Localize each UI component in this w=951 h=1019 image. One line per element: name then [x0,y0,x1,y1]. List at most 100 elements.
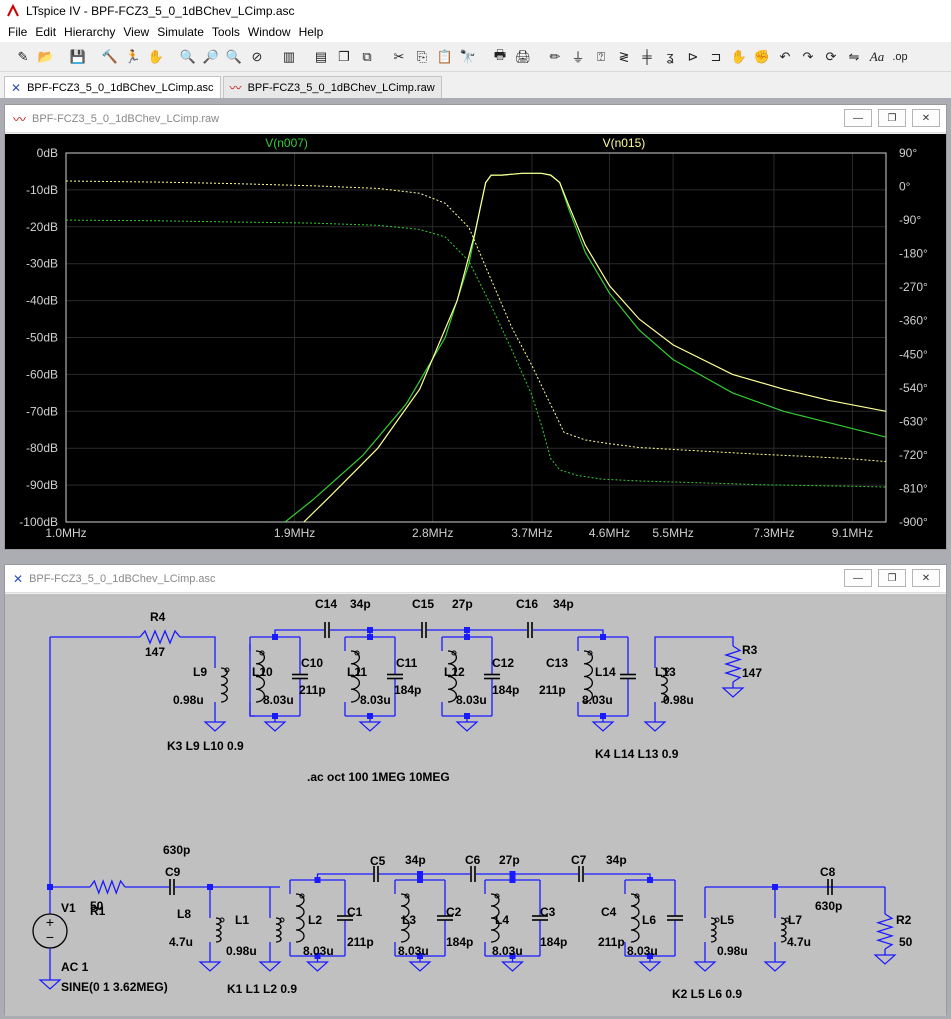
inductor-icon[interactable]: ʓ [659,46,681,68]
minimize-button[interactable]: — [844,109,872,127]
close-button[interactable]: ✕ [912,569,940,587]
mdi-area: 〰 BPF-FCZ3_5_0_1dBChev_LCimp.raw — ❐ ✕ 0… [0,98,951,1016]
tab-schematic[interactable]: ✕ BPF-FCZ3_5_0_1dBChev_LCimp.asc [4,76,221,98]
component-label: L1 [235,913,249,927]
schematic-icon: ✕ [11,80,22,95]
close-button[interactable]: ✕ [912,109,940,127]
tab-waveform[interactable]: 〰 BPF-FCZ3_5_0_1dBChev_LCimp.raw [222,76,442,98]
control-panel-icon[interactable]: 🔨 [99,46,121,68]
component-label: 8.03u [582,693,613,707]
text-icon[interactable]: Aa [866,46,888,68]
cascade-icon[interactable]: ❐ [333,46,355,68]
ground-symbol [500,961,525,972]
find-icon[interactable]: 🔭 [457,46,479,68]
ground-icon[interactable]: ⏚ [567,46,589,68]
cut-icon[interactable]: ✂ [388,46,410,68]
open-icon[interactable]: 📂 [35,46,57,68]
component-icon[interactable]: ⊐ [705,46,727,68]
component-label: 50 [90,899,104,913]
restore-button[interactable]: ❐ [878,109,906,127]
diode-icon[interactable]: ⊳ [682,46,704,68]
menu-simulate[interactable]: Simulate [153,25,208,39]
component-label: C9 [165,865,181,879]
ac-analysis-chart: 0dB -10dB -20dB -30dB -40dB -50dB -60dB -70dB -8… [19,136,928,540]
component-label: 211p [299,683,326,697]
component-label: L11 [347,665,367,679]
tile-horizontal-icon[interactable]: ▤ [310,46,332,68]
mirror-icon[interactable]: ⇋ [843,46,865,68]
undo-icon[interactable]: ↶ [774,46,796,68]
zoom-in-icon[interactable]: 🔍 [177,46,199,68]
schematic-window-titlebar[interactable]: ✕ BPF-FCZ3_5_0_1dBChev_LCimp.asc [5,565,946,593]
ground-symbol [203,721,227,732]
component-label: 184p [540,935,567,949]
move-icon[interactable]: ✋ [728,46,750,68]
zoom-cancel-icon[interactable]: ⊘ [246,46,268,68]
document-tabs: ✕ BPF-FCZ3_5_0_1dBChev_LCimp.asc 〰 BPF-F… [0,72,951,98]
print-icon[interactable]: 🖨 [512,46,534,68]
spice-directive-icon[interactable]: .op [889,46,911,68]
menu-window[interactable]: Window [244,25,295,39]
component-label: V1 [61,901,76,915]
menu-tools[interactable]: Tools [208,25,244,39]
y-tick-label: 0dB [37,146,58,160]
capacitor-icon[interactable]: ╪ [636,46,658,68]
component-label: L3 [402,913,416,927]
component-label: C1 [347,905,363,919]
menu-edit[interactable]: Edit [31,25,60,39]
component-label: 0.98u [173,693,204,707]
rotate-icon[interactable]: ⟳ [820,46,842,68]
ground-symbol [638,961,662,972]
waveform-icon: 〰 [229,81,242,95]
pan-icon[interactable]: 🔎 [200,46,222,68]
wire [316,873,373,880]
draw-wire-icon[interactable]: ✏ [544,46,566,68]
copy-icon[interactable]: ⎘ [411,46,433,68]
resistor-icon[interactable]: ≷ [613,46,635,68]
redo-icon[interactable]: ↷ [797,46,819,68]
print-setup-icon[interactable]: 🖶 [489,46,511,68]
label-net-icon[interactable]: ⍰ [590,46,612,68]
drag-icon[interactable]: ✊ [751,46,773,68]
component-label: C13 [546,656,568,670]
y-tick-label: -40dB [26,294,58,308]
autorange-icon[interactable]: ▥ [278,46,300,68]
zoom-out-icon[interactable]: 🔍 [223,46,245,68]
menu-view[interactable]: View [119,25,153,39]
ground-symbol [258,961,282,972]
ground-symbol [305,961,330,972]
ground-symbol [643,721,667,732]
inductor-symbol [295,893,305,943]
ground-symbol [408,961,432,972]
component-label: C14 [315,597,337,611]
x-tick-label: 3.7MHz [511,526,552,540]
paste-icon[interactable]: 📋 [434,46,456,68]
run-icon[interactable]: 🏃 [122,46,144,68]
menu-help[interactable]: Help [295,25,328,39]
tab-schematic-label: BPF-FCZ3_5_0_1dBChev_LCimp.asc [27,81,214,94]
close-all-icon[interactable]: ⧉ [356,46,378,68]
restore-button[interactable]: ❐ [878,569,906,587]
ground-symbol [263,721,287,732]
menu-hierarchy[interactable]: Hierarchy [60,25,119,39]
minimize-button[interactable]: — [844,569,872,587]
waveform-window-titlebar[interactable]: 〰 BPF-FCZ3_5_0_1dBChev_LCimp.raw [5,105,946,133]
component-label: 184p [446,935,473,949]
wire [533,629,604,637]
minus-sign: − [46,929,54,945]
schematic-canvas[interactable]: + − R4 147 C14 34p C15 27p C16 34p R3 147 L9 0.98u L10… [5,594,946,1016]
y-tick-label: -70dB [26,404,58,418]
component-label: 147 [742,666,762,680]
component-label: L5 [720,913,734,927]
waveform-plot-pane[interactable]: 0dB -10dB -20dB -30dB -40dB -50dB -60dB -70dB -8… [5,134,946,549]
y-tick-label: -90dB [26,478,58,492]
x-tick-label: 4.6MHz [589,526,630,540]
save-icon[interactable]: 💾 [67,46,89,68]
new-schematic-icon[interactable]: ✎ [12,46,34,68]
ground-symbol [455,721,479,732]
menu-file[interactable]: File [4,25,31,39]
legend-entry: V(n015) [603,136,646,150]
component-label: 34p [405,853,426,867]
component-label: 8.03u [303,944,334,958]
halt-icon[interactable]: ✋ [145,46,167,68]
